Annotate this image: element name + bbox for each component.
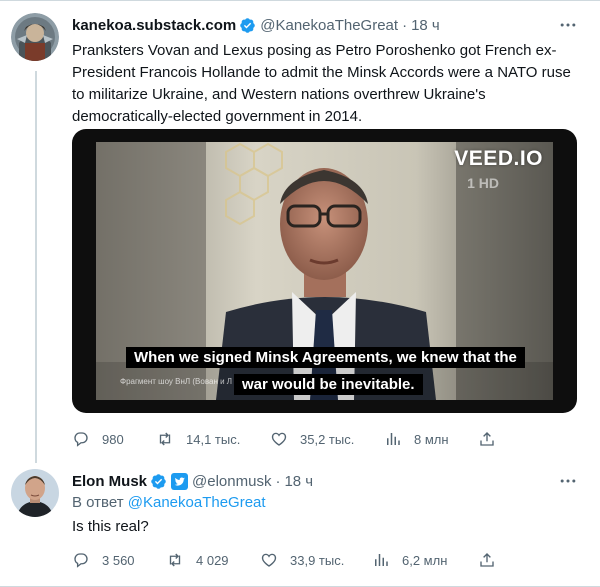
author-name[interactable]: Elon Musk xyxy=(72,473,147,490)
kanekoa-avatar-image xyxy=(11,13,59,61)
video-subtitle-line-2: war would be inevitable. xyxy=(234,374,423,395)
reply-prefix: В ответ xyxy=(72,494,128,511)
tweet-timestamp[interactable]: 18 ч xyxy=(411,17,440,34)
retweet-icon xyxy=(169,553,181,567)
more-options-icon[interactable] xyxy=(556,15,580,35)
like-button[interactable]: 33,9 тыс. xyxy=(260,549,344,571)
heart-icon xyxy=(261,553,277,567)
separator-dot: · xyxy=(402,16,408,34)
retweet-button[interactable]: 4 029 xyxy=(166,549,229,571)
views-count: 6,2 млн xyxy=(402,552,448,568)
reply-icon xyxy=(74,553,88,568)
author-handle[interactable]: @KanekoaTheGreat xyxy=(260,17,398,34)
views-count: 8 млн xyxy=(414,431,449,447)
like-count: 35,2 тыс. xyxy=(300,431,355,447)
tweet-text: Pranksters Vovan and Lexus posing as Pet… xyxy=(72,42,571,125)
twitter-affiliate-badge-icon[interactable] xyxy=(171,472,189,490)
tweet-header: kanekoa.substack.com @KanekoaTheGreat · … xyxy=(72,14,440,36)
views-button[interactable]: 6,2 млн xyxy=(372,549,447,571)
share-icon xyxy=(480,432,494,446)
retweet-count: 14,1 тыс. xyxy=(186,431,241,447)
verified-badge-icon xyxy=(150,473,167,490)
reply-button[interactable]: 3 560 xyxy=(72,549,135,571)
reply-context: В ответ @KanekoaTheGreat xyxy=(72,494,266,511)
tweet-timestamp[interactable]: 18 ч xyxy=(284,473,313,490)
author-name[interactable]: kanekoa.substack.com xyxy=(72,17,236,34)
video-subtitle-line-1: When we signed Minsk Agreements, we knew… xyxy=(126,347,525,368)
more-options-icon[interactable] xyxy=(556,471,580,491)
thread-connector-line xyxy=(35,71,37,463)
separator-dot: · xyxy=(275,472,281,490)
elon-musk-avatar-image xyxy=(11,469,59,517)
views-chart-icon xyxy=(375,554,388,566)
tweet-header: Elon Musk @elonmusk · 18 ч xyxy=(72,470,313,492)
timeline: kanekoa.substack.com @KanekoaTheGreat · … xyxy=(0,0,600,587)
heart-icon xyxy=(271,432,287,446)
reply-count: 980 xyxy=(102,431,124,447)
verified-badge-icon xyxy=(239,17,256,34)
share-button[interactable] xyxy=(478,549,496,571)
like-count: 33,9 тыс. xyxy=(290,552,345,568)
tweet-actions: 3 560 4 029 33,9 тыс. 6,2 млн xyxy=(72,549,502,571)
video-caption-strip: Фрагмент шоу ВнЛ (Вован и Л xyxy=(120,377,233,386)
retweet-icon xyxy=(159,432,171,446)
veed-watermark: VEED.IO xyxy=(454,147,543,170)
video-player[interactable]: VEED.IO 1 HD xyxy=(72,129,577,413)
reply-button[interactable]: 980 xyxy=(72,428,124,450)
share-icon xyxy=(480,553,494,567)
views-chart-icon xyxy=(387,433,400,445)
avatar[interactable] xyxy=(11,469,59,517)
author-handle[interactable]: @elonmusk xyxy=(192,473,271,490)
retweet-count: 4 029 xyxy=(196,552,229,568)
channel-logo: 1 HD xyxy=(467,175,499,191)
retweet-button[interactable]: 14,1 тыс. xyxy=(156,428,240,450)
reply-icon xyxy=(74,432,88,447)
reply-count: 3 560 xyxy=(102,552,135,568)
tweet-actions: 980 14,1 тыс. 35,2 тыс. 8 млн xyxy=(72,428,502,450)
views-button[interactable]: 8 млн xyxy=(384,428,449,450)
share-button[interactable] xyxy=(478,428,496,450)
tweet-text: Is this real? xyxy=(72,518,149,535)
like-button[interactable]: 35,2 тыс. xyxy=(270,428,354,450)
reply-handle-link[interactable]: @KanekoaTheGreat xyxy=(128,494,266,511)
avatar[interactable] xyxy=(11,13,59,61)
